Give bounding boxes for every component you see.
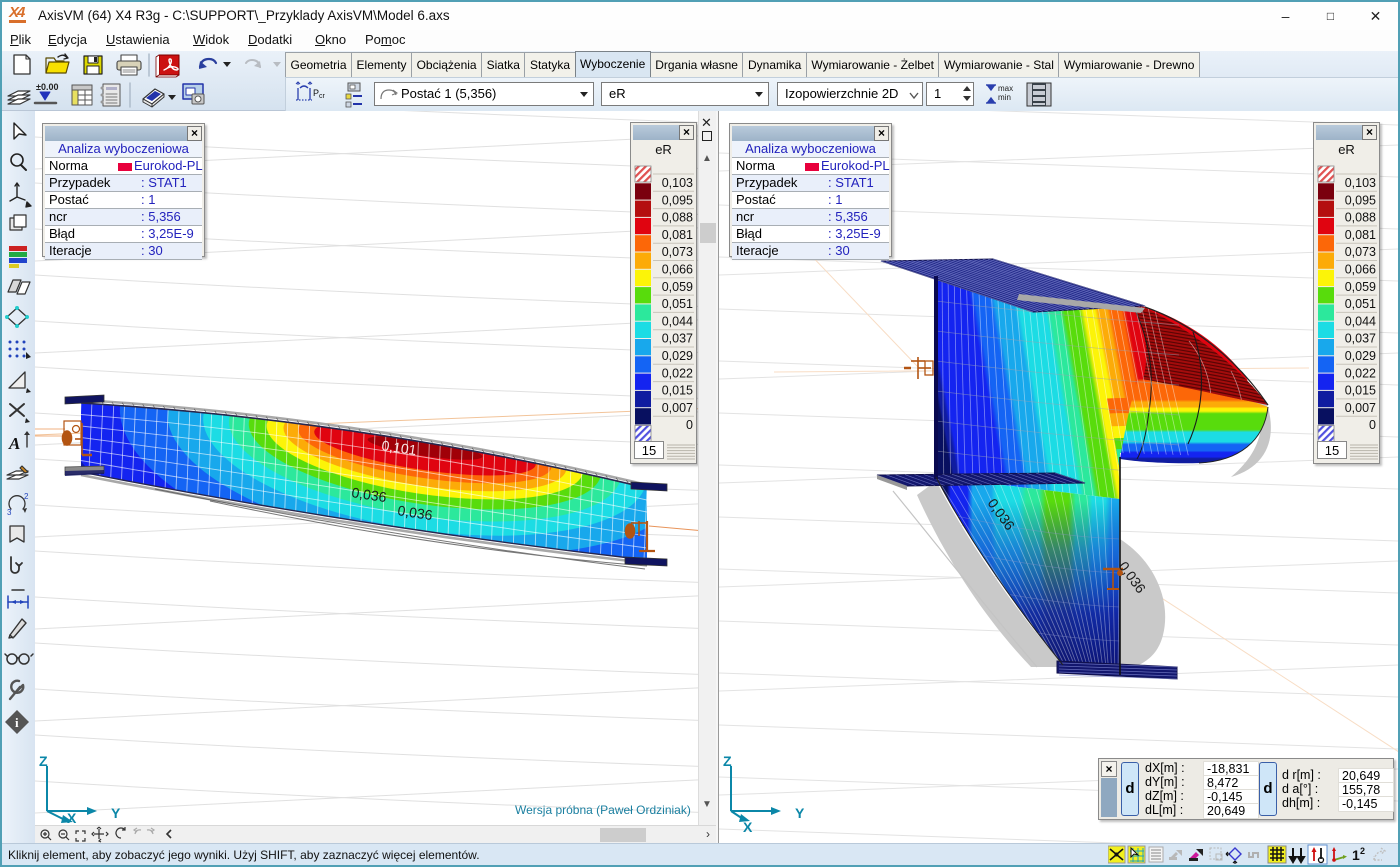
svg-text:0,007: 0,007	[1345, 401, 1376, 415]
svg-text:3: 3	[7, 508, 12, 517]
svg-text:0,081: 0,081	[1345, 228, 1376, 242]
svg-text:0,029: 0,029	[662, 349, 693, 363]
svg-text:0,015: 0,015	[1345, 384, 1376, 398]
svg-text:0,007: 0,007	[662, 401, 693, 415]
svg-text:0,066: 0,066	[662, 263, 693, 277]
svg-text:0,037: 0,037	[1345, 332, 1376, 346]
svg-text:0,059: 0,059	[1345, 280, 1376, 294]
svg-text:0,022: 0,022	[1345, 366, 1376, 380]
svg-text:2: 2	[24, 492, 29, 501]
svg-text:2: 2	[1360, 846, 1365, 856]
svg-text:max: max	[998, 84, 1013, 93]
svg-text:0,081: 0,081	[662, 228, 693, 242]
svg-text:0,037: 0,037	[662, 332, 693, 346]
svg-text:0,044: 0,044	[662, 314, 693, 328]
svg-text:0,059: 0,059	[662, 280, 693, 294]
svg-text:cr: cr	[319, 93, 326, 100]
svg-text:0,103: 0,103	[1345, 176, 1376, 190]
svg-text:0,073: 0,073	[662, 245, 693, 259]
svg-text:0,051: 0,051	[662, 297, 693, 311]
svg-text:0,095: 0,095	[662, 193, 693, 207]
svg-text:1: 1	[1352, 847, 1360, 863]
svg-text:i: i	[15, 715, 19, 730]
svg-text:0,103: 0,103	[662, 176, 693, 190]
svg-text:±0.00: ±0.00	[36, 82, 58, 92]
svg-text:0,051: 0,051	[1345, 297, 1376, 311]
svg-text:0,015: 0,015	[662, 384, 693, 398]
svg-text:0,044: 0,044	[1345, 314, 1376, 328]
svg-text:0: 0	[1369, 418, 1376, 432]
svg-text:A: A	[8, 434, 20, 453]
svg-text:0,022: 0,022	[662, 366, 693, 380]
svg-text:0,095: 0,095	[1345, 193, 1376, 207]
svg-text:min: min	[998, 93, 1011, 102]
svg-text:0,029: 0,029	[1345, 349, 1376, 363]
svg-text:0: 0	[686, 418, 693, 432]
svg-text:0,088: 0,088	[662, 211, 693, 225]
svg-text:0,073: 0,073	[1345, 245, 1376, 259]
svg-text:0,066: 0,066	[1345, 263, 1376, 277]
svg-text:0,088: 0,088	[1345, 211, 1376, 225]
